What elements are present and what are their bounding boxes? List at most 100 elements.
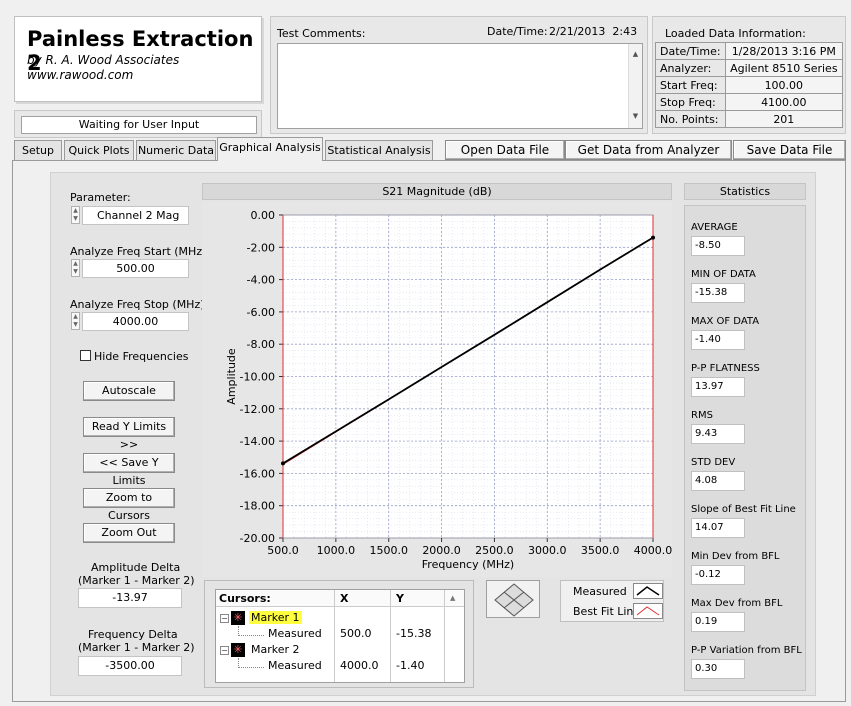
stat-label: MAX OF DATA — [691, 316, 760, 327]
marker-1-x: 500.0 — [340, 627, 372, 640]
status-text: Waiting for User Input — [21, 116, 257, 134]
header-divider-2 — [390, 590, 391, 682]
hide-frequencies-label[interactable]: Hide Frequencies — [94, 350, 188, 363]
cursor-move-pad[interactable] — [486, 580, 540, 618]
cursor-header-name: Cursors: — [219, 592, 271, 605]
x-tick-label: 3000.0 — [528, 544, 567, 557]
chart[interactable]: 500.0 1000.0 1500.0 2000.0 2500.0 3000.0 3500.… — [202, 201, 672, 577]
loaded-info-value: 4100.00 — [724, 93, 844, 111]
cursor-table[interactable]: Cursors: X Y ▲ − ✳ Marker 1 Measured 500… — [215, 589, 465, 683]
comments-label: Test Comments: — [277, 27, 366, 40]
cursor-header-x: X — [340, 592, 349, 605]
zoom-to-cursors-button[interactable]: Zoom to Cursors — [83, 488, 175, 522]
save-y-limits-button[interactable]: << Save Y Limits — [83, 453, 175, 487]
y-tick-label: -18.00 — [240, 500, 275, 513]
stat-label: AVERAGE — [691, 222, 738, 233]
freq-stop-label: Analyze Freq Stop (MHz) — [70, 298, 205, 311]
expand-marker-1-icon[interactable]: − — [220, 614, 229, 623]
marker-1-y: -15.38 — [396, 627, 432, 640]
diamond-arrows-icon[interactable] — [487, 581, 541, 619]
loaded-info-row: Start Freq: 100.00 — [655, 76, 844, 94]
y-tick-label: -16.00 — [240, 467, 275, 480]
zoom-out-button[interactable]: Zoom Out — [83, 523, 175, 543]
parameter-spinner[interactable]: ▲ ▼ — [71, 206, 80, 224]
marker-2-sub: Measured — [268, 659, 322, 672]
loaded-info-key: Analyzer: — [655, 59, 726, 77]
comments-scrollbar[interactable]: ▲ ▼ — [628, 44, 642, 128]
marker-2-y: -1.40 — [396, 659, 425, 672]
x-tick-label: 3500.0 — [581, 544, 620, 557]
comments-textarea[interactable] — [277, 43, 643, 129]
freq-start-label: Analyze Freq Start (MHz) — [70, 245, 207, 258]
stat-value: 14.07 — [691, 518, 745, 538]
tab-quick-plots[interactable]: Quick Plots — [64, 140, 134, 161]
loaded-info-title: Loaded Data Information: — [665, 27, 806, 40]
tab-numeric-data[interactable]: Numeric Data — [136, 140, 216, 161]
loaded-info-value: Agilent 8510 Series — [724, 59, 844, 77]
marker-2-x: 4000.0 — [340, 659, 379, 672]
legend-bestfit-label: Best Fit Line — [573, 605, 641, 618]
scroll-up-icon[interactable]: ▲ — [450, 594, 455, 602]
y-tick-label: -14.00 — [240, 435, 275, 448]
get-data-from-analyzer-button[interactable]: Get Data from Analyzer — [565, 140, 732, 160]
frequency-delta-sublabel: (Marker 1 - Marker 2) — [78, 641, 195, 654]
legend-bestfit-swatch — [633, 603, 663, 619]
app-author: by R. A. Wood Associates — [27, 53, 180, 67]
stat-value: -8.50 — [691, 236, 745, 256]
title-panel: Painless Extraction 2 by R. A. Wood Asso… — [14, 16, 262, 102]
marker-2-label[interactable]: Marker 2 — [251, 643, 300, 656]
datetime-label: Date/Time: — [487, 25, 548, 38]
freq-stop-field[interactable]: 4000.00 — [82, 312, 189, 331]
stat-label: Max Dev from BFL — [691, 598, 783, 609]
loaded-info-table: Date/Time: 1/28/2013 3:16 PM Analyzer: Agil… — [655, 42, 844, 128]
y-tick-label: -4.00 — [247, 274, 275, 287]
parameter-label: Parameter: — [70, 191, 131, 204]
loaded-info-key: Date/Time: — [655, 42, 726, 60]
app-website: www.rawood.com — [27, 68, 134, 82]
stat-value: 9.43 — [691, 424, 745, 444]
marker-point-1 — [281, 461, 285, 466]
stat-value: 0.30 — [691, 659, 745, 679]
tab-setup[interactable]: Setup — [14, 140, 62, 161]
x-tick-label: 2500.0 — [475, 544, 514, 557]
freq-start-spinner[interactable]: ▲ ▼ — [71, 259, 80, 277]
freq-stop-spinner[interactable]: ▲ ▼ — [71, 312, 80, 330]
chart-area[interactable]: 500.0 1000.0 1500.0 2000.0 2500.0 3000.0 3500.… — [202, 201, 672, 577]
y-tick-label: -6.00 — [247, 306, 275, 319]
marker-1-label[interactable]: Marker 1 — [249, 611, 302, 624]
loaded-info-value: 1/28/2013 3:16 PM — [724, 42, 844, 60]
scroll-up-icon[interactable]: ▲ — [629, 50, 642, 58]
y-tick-label: -8.00 — [247, 338, 275, 351]
open-data-file-button[interactable]: Open Data File — [445, 140, 565, 160]
chart-legend: Measured Best Fit Line — [560, 580, 664, 622]
scroll-down-icon[interactable]: ▼ — [629, 112, 642, 120]
frequency-delta-label: Frequency Delta — [88, 628, 178, 641]
y-tick-label: 0.00 — [251, 209, 276, 222]
header-divider-1 — [334, 590, 335, 682]
tab-statistical-analysis[interactable]: Statistical Analysis — [325, 140, 433, 161]
x-tick-label: 1000.0 — [317, 544, 356, 557]
stat-value: -1.40 — [691, 330, 745, 350]
amplitude-delta-label: Amplitude Delta — [91, 561, 181, 574]
cursor-table-header: Cursors: X Y ▲ — [216, 590, 464, 682]
amplitude-delta-field: -13.97 — [78, 588, 182, 608]
stat-label: MIN OF DATA — [691, 269, 756, 280]
x-tick-label: 1500.0 — [369, 544, 408, 557]
freq-start-field[interactable]: 500.00 — [82, 259, 189, 278]
expand-marker-2-icon[interactable]: − — [220, 646, 229, 655]
marker-point-2 — [651, 235, 655, 240]
loaded-info-row: Date/Time: 1/28/2013 3:16 PM — [655, 42, 844, 60]
stat-label: Min Dev from BFL — [691, 551, 780, 562]
parameter-field[interactable]: Channel 2 Mag — [82, 206, 189, 225]
tree-line — [238, 635, 264, 636]
autoscale-button[interactable]: Autoscale — [83, 381, 175, 401]
save-data-file-button[interactable]: Save Data File — [733, 140, 846, 160]
y-tick-label: -20.00 — [240, 532, 275, 545]
hide-frequencies-checkbox[interactable] — [80, 350, 91, 361]
tab-graphical-analysis[interactable]: Graphical Analysis — [217, 137, 323, 161]
read-y-limits-button[interactable]: Read Y Limits >> — [83, 417, 175, 451]
x-tick-label: 4000.0 — [634, 544, 672, 557]
y-tick-label: -12.00 — [240, 403, 275, 416]
loaded-info-row: Stop Freq: 4100.00 — [655, 93, 844, 111]
marker-1-icon: ✳ — [231, 611, 245, 625]
